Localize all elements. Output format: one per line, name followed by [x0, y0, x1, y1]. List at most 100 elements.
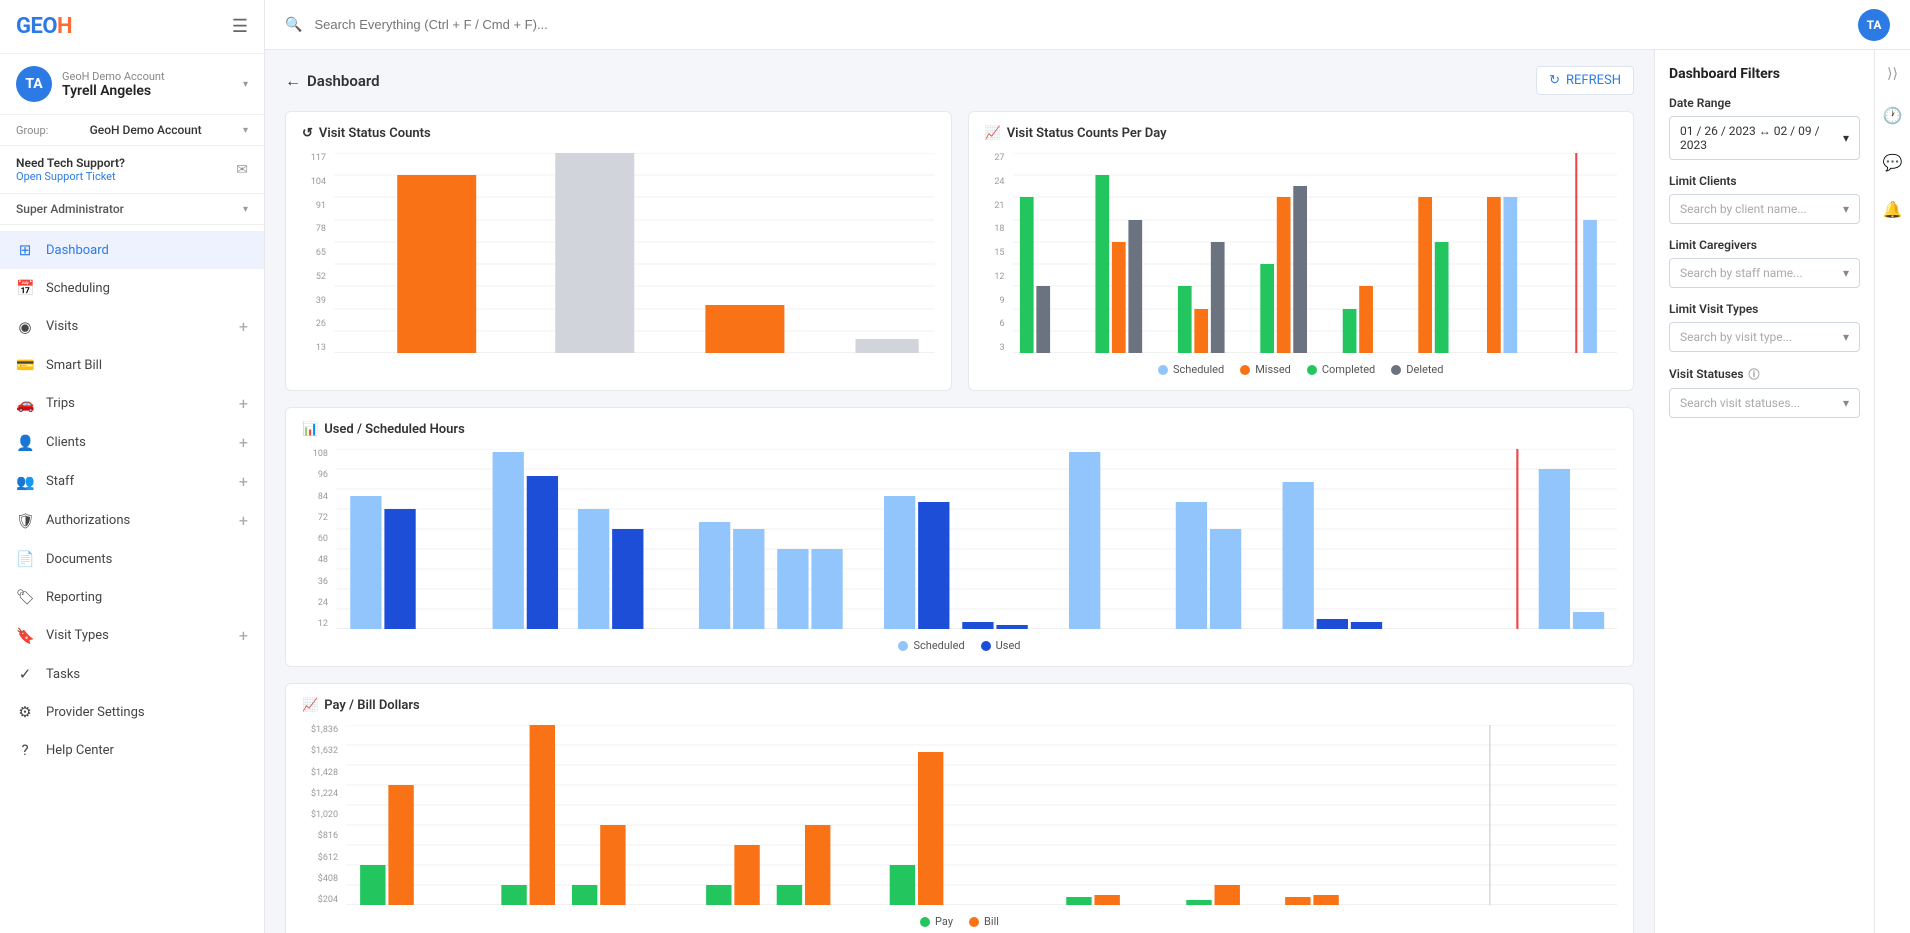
back-button[interactable]: ← Dashboard	[285, 71, 380, 91]
chart1-svg: Completed Missed Deleted Scheduled	[334, 153, 935, 353]
smartbill-icon: 💳	[16, 356, 34, 374]
sidebar-item-tasks[interactable]: ✓ Tasks	[0, 655, 264, 693]
sidebar-item-clients[interactable]: 👤 Clients +	[0, 423, 264, 462]
topbar: 🔍 TA	[265, 0, 1910, 50]
sidebar-item-scheduling[interactable]: 📅 Scheduling	[0, 269, 264, 307]
user-chevron-icon[interactable]: ▾	[243, 79, 248, 90]
role-section[interactable]: Super Administrator ▾	[0, 194, 264, 225]
sidebar-item-label-visits: Visits	[46, 319, 227, 334]
limit-visit-types-label: Limit Visit Types	[1669, 302, 1860, 316]
role-chevron-icon[interactable]: ▾	[243, 204, 248, 215]
sidebar-item-providersettings[interactable]: ⚙ Provider Settings	[0, 693, 264, 731]
chart1-title: ↺ Visit Status Counts	[302, 126, 935, 141]
sidebar-item-documents[interactable]: 📄 Documents	[0, 540, 264, 578]
sidebar: GEOH ☰ TA GeoH Demo Account Tyrell Angel…	[0, 0, 265, 933]
sidebar-item-label-reporting: Reporting	[46, 590, 248, 605]
sidebar-item-label-scheduling: Scheduling	[46, 281, 248, 296]
visit-statuses-label: Visit Statuses ⓘ	[1669, 366, 1860, 382]
mail-icon[interactable]: ✉	[236, 162, 248, 178]
visits-icon: ◉	[16, 318, 34, 336]
sidebar-item-label-providersettings: Provider Settings	[46, 705, 248, 720]
message-icon[interactable]: 💬	[1879, 149, 1907, 176]
logo: GEOH	[16, 14, 72, 39]
support-section: Need Tech Support? Open Support Ticket ✉	[0, 146, 264, 194]
user-name: Tyrell Angeles	[62, 83, 233, 99]
support-link[interactable]: Open Support Ticket	[16, 170, 125, 183]
sidebar-item-label-tasks: Tasks	[46, 667, 248, 682]
sidebar-item-dashboard[interactable]: ⊞ Dashboard	[0, 231, 264, 269]
sidebar-item-staff[interactable]: 👥 Staff +	[0, 462, 264, 501]
chart1-icon: ↺	[302, 126, 313, 141]
sidebar-item-plus-visits[interactable]: +	[239, 317, 248, 336]
sidebar-item-visittypes[interactable]: 🔖 Visit Types +	[0, 616, 264, 655]
chart2-y-axis: 272421181512963	[985, 153, 1009, 353]
clients-icon: 👤	[16, 434, 34, 452]
group-chevron-icon[interactable]: ▾	[243, 125, 248, 136]
chart2-svg: 1/26 1/28 1/30 2/1 2/3 2/5 2/7 2/9	[1013, 153, 1618, 353]
pay-bill-dollars-chart: 📈 Pay / Bill Dollars $1,836$1,632$1,428$…	[285, 683, 1634, 933]
refresh-icon: ↻	[1549, 73, 1560, 88]
search-icon: 🔍	[285, 17, 302, 33]
chart3-icon: 📊	[302, 422, 318, 437]
visit-statuses-input[interactable]: Search visit statuses... ▾	[1669, 388, 1860, 418]
date-range-input[interactable]: 01 / 26 / 2023 ↔ 02 / 09 / 2023 ▾	[1669, 116, 1860, 160]
limit-caregivers-label: Limit Caregivers	[1669, 238, 1860, 252]
sidebar-item-trips[interactable]: 🚗 Trips +	[0, 384, 264, 423]
collapse-panel-button[interactable]: ⟩⟩	[1887, 66, 1898, 82]
history-icon[interactable]: 🕐	[1879, 102, 1907, 129]
date-range-label: Date Range	[1669, 96, 1860, 110]
dashboard-icon: ⊞	[16, 241, 34, 259]
sidebar-item-authorizations[interactable]: 🛡 Authorizations +	[0, 501, 264, 540]
info-icon: ⓘ	[1749, 366, 1760, 382]
sidebar-item-label-smartbill: Smart Bill	[46, 358, 248, 373]
charts-row-1: ↺ Visit Status Counts 117104917865523926…	[285, 111, 1634, 391]
content-area: ← Dashboard ↻ REFRESH ↺ Visit Status Cou…	[265, 50, 1910, 933]
sidebar-header: GEOH ☰	[0, 0, 264, 54]
sidebar-item-plus-authorizations[interactable]: +	[239, 511, 248, 530]
role-label: Super Administrator	[16, 202, 124, 216]
refresh-button[interactable]: ↻ REFRESH	[1536, 66, 1634, 95]
visit-statuses-filter: Visit Statuses ⓘ Search visit statuses..…	[1669, 366, 1860, 418]
chart4-svg: 1/26 1/28 1/30 2/1 2/3 2/5 2/7 2/9	[346, 725, 1617, 905]
chart4-legend: Pay Bill	[302, 915, 1617, 928]
chart2-legend: Scheduled Missed Completed Deleted	[985, 363, 1618, 376]
chart2-title: 📈 Visit Status Counts Per Day	[985, 126, 1618, 141]
documents-icon: 📄	[16, 550, 34, 568]
bell-icon[interactable]: 🔔	[1879, 196, 1907, 223]
chart3-y-axis: 1089684726048362412	[302, 449, 332, 629]
sidebar-item-plus-staff[interactable]: +	[239, 472, 248, 491]
search-input[interactable]	[314, 17, 1846, 32]
sidebar-item-helpcenter[interactable]: ? Help Center	[0, 731, 264, 769]
sidebar-item-plus-trips[interactable]: +	[239, 394, 248, 413]
sidebar-item-plus-clients[interactable]: +	[239, 433, 248, 452]
user-section[interactable]: TA GeoH Demo Account Tyrell Angeles ▾	[0, 54, 264, 115]
filters-title: Dashboard Filters	[1669, 66, 1860, 82]
scheduling-icon: 📅	[16, 279, 34, 297]
trips-icon: 🚗	[16, 395, 34, 413]
refresh-label: REFRESH	[1566, 73, 1621, 88]
group-label: Group:	[16, 124, 48, 137]
sidebar-item-visits[interactable]: ◉ Visits +	[0, 307, 264, 346]
sidebar-item-label-clients: Clients	[46, 435, 227, 450]
user-avatar-topbar[interactable]: TA	[1858, 9, 1890, 41]
limit-clients-input[interactable]: Search by client name... ▾	[1669, 194, 1860, 224]
hamburger-icon[interactable]: ☰	[232, 16, 248, 37]
chart2-icon: 📈	[985, 126, 1001, 141]
staff-icon: 👥	[16, 473, 34, 491]
page-header: ← Dashboard ↻ REFRESH	[285, 66, 1634, 95]
chart4-title: 📈 Pay / Bill Dollars	[302, 698, 1617, 713]
sidebar-item-reporting[interactable]: 🏷 Reporting	[0, 578, 264, 616]
visit-types-chevron-icon: ▾	[1843, 330, 1849, 344]
limit-visit-types-filter: Limit Visit Types Search by visit type..…	[1669, 302, 1860, 352]
authorizations-icon: 🛡	[16, 512, 34, 530]
chart4-icon: 📈	[302, 698, 318, 713]
limit-clients-filter: Limit Clients Search by client name... ▾	[1669, 174, 1860, 224]
sidebar-item-label-authorizations: Authorizations	[46, 513, 227, 528]
group-section[interactable]: Group: GeoH Demo Account ▾	[0, 115, 264, 146]
sidebar-item-plus-visittypes[interactable]: +	[239, 626, 248, 645]
limit-caregivers-input[interactable]: Search by staff name... ▾	[1669, 258, 1860, 288]
limit-visit-types-input[interactable]: Search by visit type... ▾	[1669, 322, 1860, 352]
chart4-y-axis: $1,836$1,632$1,428$1,224$1,020$816$612$4…	[302, 725, 342, 905]
sidebar-item-smartbill[interactable]: 💳 Smart Bill	[0, 346, 264, 384]
dashboard-area: ← Dashboard ↻ REFRESH ↺ Visit Status Cou…	[265, 50, 1654, 933]
